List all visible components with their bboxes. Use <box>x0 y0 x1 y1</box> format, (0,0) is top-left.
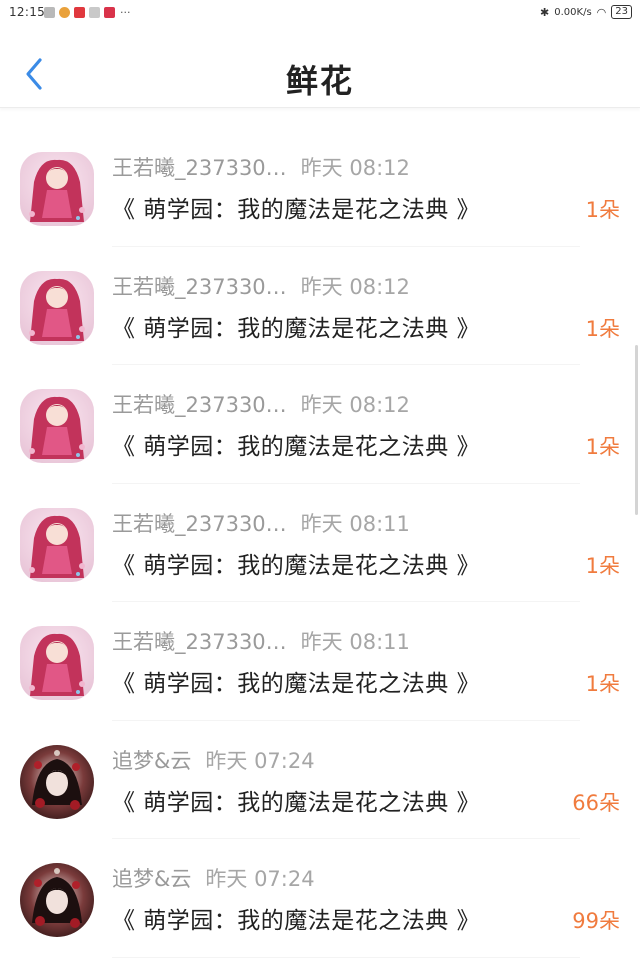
item-meta: 追梦&云 昨天 07:24 <box>112 863 315 893</box>
item-meta: 王若曦_237330… 昨天 08:11 <box>112 508 410 538</box>
avatar[interactable] <box>20 270 94 345</box>
book-title: 《 萌学园：我的魔法是花之法典 》 <box>112 671 481 697</box>
send-time: 昨天 08:12 <box>300 393 410 417</box>
flower-list: 王若曦_237330… 昨天 08:12 《 萌学园：我的魔法是花之法典 》 1朵 王若… <box>0 128 640 958</box>
list-item[interactable]: 追梦&云 昨天 07:24 《 萌学园：我的魔法是花之法典 》 66朵 <box>0 721 640 840</box>
sender-name[interactable]: 王若曦_237330… <box>112 271 287 301</box>
notification-app-icon <box>89 7 100 18</box>
avatar[interactable] <box>20 626 94 700</box>
list-item[interactable]: 王若曦_237330… 昨天 08:11 《 萌学园：我的魔法是花之法典 》 1朵 <box>0 484 640 603</box>
book-title: 《 萌学园：我的魔法是花之法典 》 <box>112 552 481 579</box>
status-bar: 12:15 ··· ✱ 0.00K/s ◠ 23 <box>0 0 640 26</box>
book-title: 《 萌学园：我的魔法是花之法典 》 <box>112 197 481 223</box>
book-title: 《 萌学园：我的魔法是花之法典 》 <box>112 789 481 816</box>
sender-name[interactable]: 王若曦_237330… <box>112 389 287 419</box>
wifi-icon: ◠ <box>596 5 607 19</box>
flower-quantity: 66朵 <box>572 790 620 815</box>
flower-quantity: 1朵 <box>585 672 620 696</box>
more-notifications-icon: ··· <box>120 6 131 19</box>
item-meta: 王若曦_237330… 昨天 08:11 <box>112 626 410 656</box>
sender-name[interactable]: 追梦&云 <box>112 863 191 893</box>
list-item[interactable]: 王若曦_237330… 昨天 08:11 《 萌学园：我的魔法是花之法典 》 1朵 <box>0 602 640 721</box>
avatar[interactable] <box>20 507 94 582</box>
send-time: 昨天 08:12 <box>300 274 410 299</box>
sender-name[interactable]: 王若曦_237330… <box>112 508 287 538</box>
avatar[interactable] <box>20 152 94 226</box>
item-meta: 王若曦_237330… 昨天 08:12 <box>112 389 410 419</box>
list-item[interactable]: 追梦&云 昨天 07:24 《 萌学园：我的魔法是花之法典 》 99朵 <box>0 839 640 958</box>
send-time: 昨天 08:11 <box>300 630 410 654</box>
avatar[interactable] <box>20 744 94 819</box>
sender-name[interactable]: 追梦&云 <box>112 745 191 775</box>
send-time: 昨天 07:24 <box>205 748 315 773</box>
list-item[interactable]: 王若曦_237330… 昨天 08:12 《 萌学园：我的魔法是花之法典 》 1朵 <box>0 128 640 247</box>
item-meta: 王若曦_237330… 昨天 08:12 <box>112 271 410 301</box>
avatar[interactable] <box>20 863 94 937</box>
sender-name[interactable]: 王若曦_237330… <box>112 152 287 182</box>
list-item[interactable]: 王若曦_237330… 昨天 08:12 《 萌学园：我的魔法是花之法典 》 1朵 <box>0 247 640 366</box>
notification-app-icon <box>74 7 85 18</box>
weibo-icon <box>59 7 70 18</box>
header: 鲜花 <box>0 26 640 108</box>
sender-name[interactable]: 王若曦_237330… <box>112 626 287 656</box>
battery-level: 23 <box>611 5 632 19</box>
book-title: 《 萌学园：我的魔法是花之法典 》 <box>112 908 481 934</box>
flower-quantity: 99朵 <box>572 909 620 933</box>
network-speed: 0.00K/s <box>554 6 592 18</box>
scrollbar[interactable] <box>635 345 638 515</box>
list-item[interactable]: 王若曦_237330… 昨天 08:12 《 萌学园：我的魔法是花之法典 》 1朵 <box>0 365 640 484</box>
book-title: 《 萌学园：我的魔法是花之法典 》 <box>112 434 481 460</box>
notification-app-icon <box>104 7 115 18</box>
book-title: 《 萌学园：我的魔法是花之法典 》 <box>112 315 481 342</box>
flower-quantity: 1朵 <box>585 435 620 459</box>
notification-app-icon <box>44 7 55 18</box>
notification-icons: ··· <box>44 7 131 18</box>
send-time: 昨天 08:12 <box>300 156 410 180</box>
avatar[interactable] <box>20 389 94 463</box>
send-time: 昨天 08:11 <box>300 511 410 536</box>
bluetooth-icon: ✱ <box>540 5 550 19</box>
item-meta: 追梦&云 昨天 07:24 <box>112 745 315 775</box>
flower-quantity: 1朵 <box>585 198 620 222</box>
item-meta: 王若曦_237330… 昨天 08:12 <box>112 152 410 182</box>
flower-quantity: 1朵 <box>585 316 620 341</box>
flower-quantity: 1朵 <box>585 553 620 578</box>
send-time: 昨天 07:24 <box>205 867 315 891</box>
page-title: 鲜花 <box>285 62 354 100</box>
status-right: ✱ 0.00K/s ◠ 23 <box>540 5 632 19</box>
status-time: 12:15 <box>9 5 46 19</box>
